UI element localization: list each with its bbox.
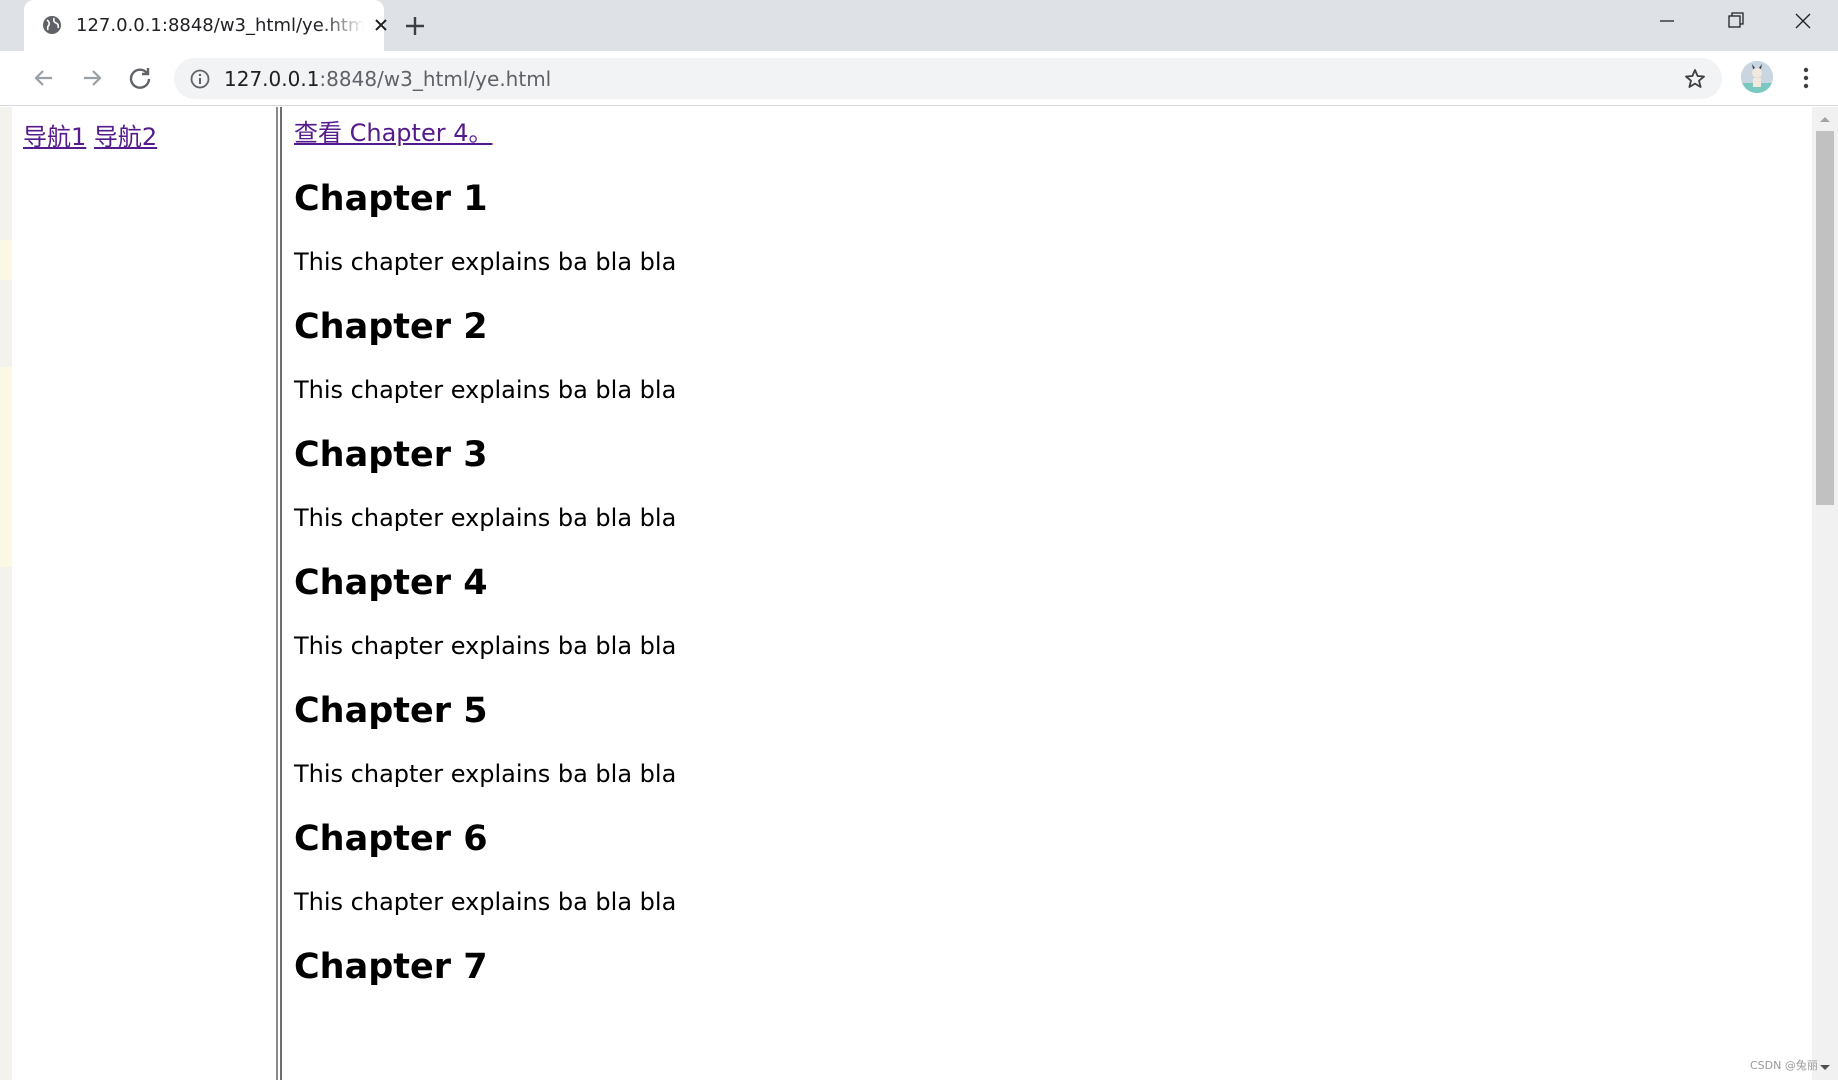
nav-links: 导航1 导航2 <box>23 117 157 152</box>
chapter-text: This chapter explains ba bla bla <box>294 760 677 788</box>
chapter-heading: Chapter 1 <box>294 179 488 219</box>
chapter-section: Chapter 1 This chapter explains ba bla b… <box>294 179 1794 277</box>
chapter-section: Chapter 5 This chapter explains ba bla b… <box>294 691 1794 789</box>
browser-tab[interactable]: 127.0.0.1:8848/w3_html/ye.html <box>24 0 387 51</box>
edge-block <box>0 367 12 567</box>
star-icon[interactable] <box>1683 67 1707 91</box>
info-icon[interactable] <box>190 69 210 89</box>
plus-icon[interactable] <box>402 13 428 39</box>
chapter4-link[interactable]: 查看 Chapter 4。 <box>294 117 492 149</box>
chapter-heading: Chapter 2 <box>294 307 488 347</box>
chapter-heading: Chapter 3 <box>294 435 488 475</box>
chapter-text: This chapter explains ba bla bla <box>294 248 677 276</box>
scroll-thumb[interactable] <box>1816 131 1834 505</box>
page-viewport: 导航1 导航2 查看 Chapter 4。 Chapter 1 This cha… <box>0 107 1838 1080</box>
scroll-up-arrow-icon[interactable] <box>1812 107 1838 131</box>
address-bar[interactable]: 127.0.0.1:8848/w3_html/ye.html <box>174 58 1722 99</box>
chapter-heading: Chapter 5 <box>294 691 488 731</box>
back-arrow-icon[interactable] <box>30 64 58 92</box>
vertical-scrollbar[interactable] <box>1812 107 1838 1080</box>
chapter-heading: Chapter 4 <box>294 563 488 603</box>
url-text[interactable]: 127.0.0.1:8848/w3_html/ye.html <box>224 67 551 91</box>
globe-icon <box>43 16 61 34</box>
chapter-text: This chapter explains ba bla bla <box>294 888 677 916</box>
chapter-section: Chapter 6 This chapter explains ba bla b… <box>294 819 1794 917</box>
nav-frame: 导航1 导航2 <box>12 107 276 1080</box>
forward-arrow-icon[interactable] <box>78 64 106 92</box>
menu-icon[interactable] <box>1794 65 1818 91</box>
content-frame: 查看 Chapter 4。 Chapter 1 This chapter exp… <box>282 107 1812 1080</box>
chapter-section: Chapter 2 This chapter explains ba bla b… <box>294 307 1794 405</box>
avatar[interactable] <box>1741 61 1773 93</box>
watermark: CSDN @兔丽 <box>1750 1059 1818 1072</box>
chapter-text: This chapter explains ba bla bla <box>294 632 677 660</box>
avatar-image <box>1741 61 1773 93</box>
title-bar: 127.0.0.1:8848/w3_html/ye.html <box>0 0 1838 51</box>
nav-link-1[interactable]: 导航1 <box>23 123 86 151</box>
chapter-text: This chapter explains ba bla bla <box>294 504 677 532</box>
close-icon[interactable] <box>372 16 390 34</box>
reload-icon[interactable] <box>126 64 154 92</box>
url-path: :8848/w3_html/ye.html <box>319 67 552 91</box>
chapter-section: Chapter 7 <box>294 947 1794 987</box>
left-edge-strip <box>0 107 12 1080</box>
chapter-section: Chapter 4 This chapter explains ba bla b… <box>294 563 1794 661</box>
chapter-heading: Chapter 7 <box>294 947 488 987</box>
nav-link-2[interactable]: 导航2 <box>94 123 157 151</box>
window-close-icon[interactable] <box>1788 8 1818 34</box>
edge-block <box>0 240 12 280</box>
tab-title: 127.0.0.1:8848/w3_html/ye.html <box>76 15 364 36</box>
chapter-section: Chapter 3 This chapter explains ba bla b… <box>294 435 1794 533</box>
minimize-icon[interactable] <box>1652 8 1682 34</box>
restore-icon[interactable] <box>1720 8 1750 34</box>
chapter-heading: Chapter 6 <box>294 819 488 859</box>
content-body: 查看 Chapter 4。 Chapter 1 This chapter exp… <box>294 117 1794 987</box>
url-host: 127.0.0.1 <box>224 67 320 91</box>
browser-toolbar: 127.0.0.1:8848/w3_html/ye.html <box>0 51 1838 106</box>
chapter-text: This chapter explains ba bla bla <box>294 376 677 404</box>
